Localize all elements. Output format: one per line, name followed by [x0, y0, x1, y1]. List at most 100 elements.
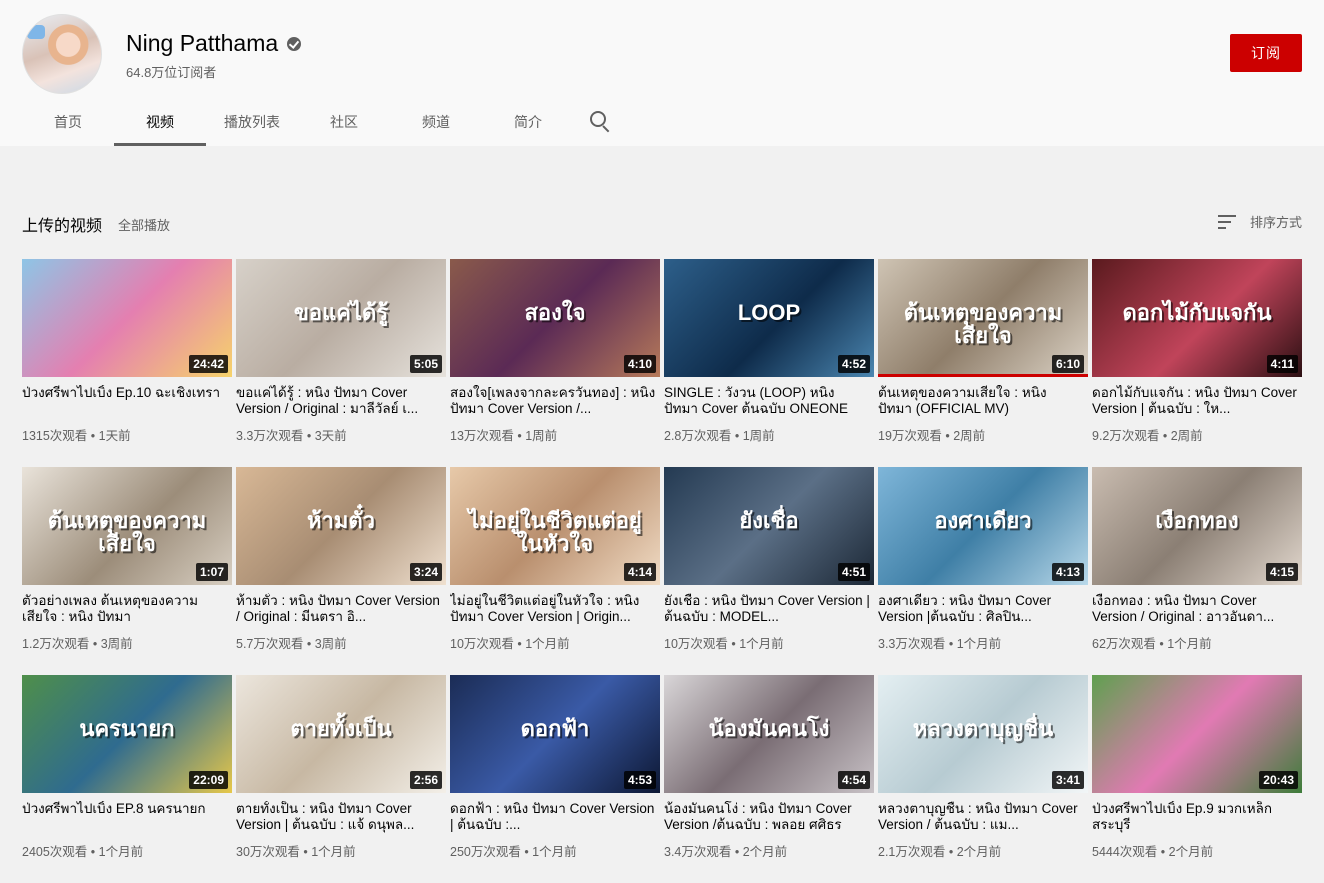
video-card[interactable]: 24:42 ป่วงศรีพาไปเบิ้ง Ep.10 ฉะเชิงเทรา 13…	[22, 259, 232, 467]
video-thumbnail[interactable]: ต้นเหตุของความเสียใจ 1:07	[22, 467, 232, 585]
video-metadata: 9.2万次观看 • 2周前	[1092, 429, 1203, 443]
play-all-button[interactable]: 全部播放	[118, 215, 170, 234]
video-thumbnail[interactable]: องศาเดียว 4:13	[878, 467, 1088, 585]
video-thumbnail[interactable]: ดอกไม้กับแจกัน 4:11	[1092, 259, 1302, 377]
video-thumbnail[interactable]: 24:42	[22, 259, 232, 377]
video-title[interactable]: SINGLE : วังวน (LOOP) หนิง ปัทมา Cover ต…	[664, 385, 874, 417]
video-duration: 3:41	[1051, 771, 1084, 789]
tab-community[interactable]: 社区	[298, 98, 390, 146]
video-card[interactable]: ต้นเหตุของความเสียใจ 1:07 ตัวอย่างเพลง ต้น…	[22, 467, 232, 675]
video-duration: 1:07	[195, 563, 228, 581]
video-card[interactable]: นครนายก 22:09 ป่วงศรีพาไปเบิ้ง EP.8 นครนาย…	[22, 675, 232, 883]
video-title[interactable]: หลวงตาบุญชื่น : หนิง ปัทมา Cover Version…	[878, 801, 1088, 833]
search-icon[interactable]	[574, 98, 622, 146]
channel-avatar[interactable]	[22, 14, 102, 94]
subscriber-count: 64.8万位订阅者	[126, 65, 217, 80]
video-thumbnail[interactable]: ยังเชื่อ 4:51	[664, 467, 874, 585]
video-metadata: 5444次观看 • 2个月前	[1092, 845, 1214, 859]
video-card[interactable]: สองใจ 4:10 สองใจ[เพลงจากละครวันทอง] : หนิง…	[450, 259, 660, 467]
thumbnail-overlay-text: ดอกฟ้า	[520, 716, 590, 741]
channel-name-row: Ning Patthama	[126, 30, 302, 57]
video-card[interactable]: น้องมันคนโง่ 4:54 น้องมันคนโง่ : หนิง ปัทม…	[664, 675, 874, 883]
video-metadata: 2405次观看 • 1个月前	[22, 845, 144, 859]
video-title[interactable]: องศาเดียว : หนิง ปัทมา Cover Version |ต้…	[878, 593, 1088, 625]
video-duration: 5:05	[409, 355, 442, 373]
video-duration: 6:10	[1051, 355, 1084, 373]
video-title[interactable]: ไม่อยู่ในชีวิตแต่อยู่ในหัวใจ : หนิง ปัทม…	[450, 593, 660, 625]
video-card[interactable]: ต้นเหตุของความเสียใจ 6:10 ต้นเหตุของความเส…	[878, 259, 1088, 467]
video-duration: 3:24	[409, 563, 442, 581]
video-card[interactable]: ดอกไม้กับแจกัน 4:11 ดอกไม้กับแจกัน : หนิง …	[1092, 259, 1302, 467]
video-metadata: 2.1万次观看 • 2个月前	[878, 845, 1002, 859]
video-title[interactable]: ต้นเหตุของความเสียใจ : หนิง ปัทมา (OFFIC…	[878, 385, 1088, 417]
video-title[interactable]: น้องมันคนโง่ : หนิง ปัทมา Cover Version …	[664, 801, 874, 833]
video-metadata: 1.2万次观看 • 3周前	[22, 637, 133, 651]
thumbnail-overlay-text: ต้นเหตุของความเสียใจ	[903, 300, 1063, 349]
video-card[interactable]: ยังเชื่อ 4:51 ยังเชื่อ : หนิง ปัทมา Cover …	[664, 467, 874, 675]
video-duration: 4:53	[623, 771, 656, 789]
sort-label: 排序方式	[1250, 215, 1303, 230]
tab-home[interactable]: 首页	[22, 98, 114, 146]
video-card[interactable]: ไม่อยู่ในชีวิตแต่อยู่ในหัวใจ 4:14 ไม่อยู่ใ…	[450, 467, 660, 675]
sort-button[interactable]: 排序方式	[1218, 212, 1302, 231]
video-title[interactable]: ป่วงศรีพาไปเบิ้ง Ep.10 ฉะเชิงเทรา	[22, 385, 232, 417]
video-thumbnail[interactable]: สองใจ 4:10	[450, 259, 660, 377]
video-metadata: 2.8万次观看 • 1周前	[664, 429, 775, 443]
video-metadata: 19万次观看 • 2周前	[878, 429, 986, 443]
video-duration: 4:14	[623, 563, 656, 581]
tab-playlists[interactable]: 播放列表	[206, 98, 298, 146]
tab-about[interactable]: 简介	[482, 98, 574, 146]
video-card[interactable]: 20:43 ป่วงศรีพาไปเบิ้ง Ep.9 มวกเหล็ก สระบ…	[1092, 675, 1302, 883]
video-metadata: 3.3万次观看 • 3天前	[236, 429, 347, 443]
section-title: 上传的视频	[22, 218, 103, 235]
video-card[interactable]: หลวงตาบุญชื่น 3:41 หลวงตาบุญชื่น : หนิง ปั…	[878, 675, 1088, 883]
video-duration: 4:54	[837, 771, 870, 789]
video-title[interactable]: ป่วงศรีพาไปเบิ้ง EP.8 นครนายก	[22, 801, 232, 833]
video-title[interactable]: ห้ามตั๋ว : หนิง ปัทมา Cover Version / Or…	[236, 593, 446, 625]
video-thumbnail[interactable]: หลวงตาบุญชื่น 3:41	[878, 675, 1088, 793]
video-duration: 24:42	[189, 355, 228, 373]
tab-videos[interactable]: 视频	[114, 98, 206, 146]
video-title[interactable]: ตัวอย่างเพลง ต้นเหตุของความเสียใจ : หนิง…	[22, 593, 232, 625]
thumbnail-overlay-text: นครนายก	[79, 716, 175, 741]
video-duration: 22:09	[189, 771, 228, 789]
video-title[interactable]: ตายทั้งเป็น : หนิง ปัทมา Cover Version |…	[236, 801, 446, 833]
video-duration: 20:43	[1259, 771, 1298, 789]
video-thumbnail[interactable]: นครนายก 22:09	[22, 675, 232, 793]
video-thumbnail[interactable]: LOOP 4:52	[664, 259, 874, 377]
video-thumbnail[interactable]: ไม่อยู่ในชีวิตแต่อยู่ในหัวใจ 4:14	[450, 467, 660, 585]
video-card[interactable]: ตายทั้งเป็น 2:56 ตายทั้งเป็น : หนิง ปัทมา …	[236, 675, 446, 883]
video-thumbnail[interactable]: ขอแค่ได้รู้ 5:05	[236, 259, 446, 377]
video-thumbnail[interactable]: น้องมันคนโง่ 4:54	[664, 675, 874, 793]
video-metadata: 10万次观看 • 1个月前	[664, 637, 784, 651]
video-thumbnail[interactable]: ตายทั้งเป็น 2:56	[236, 675, 446, 793]
video-thumbnail[interactable]: ต้นเหตุของความเสียใจ 6:10	[878, 259, 1088, 377]
video-title[interactable]: สองใจ[เพลงจากละครวันทอง] : หนิง ปัทมา Co…	[450, 385, 660, 417]
sort-icon	[1218, 214, 1238, 230]
thumbnail-overlay-text: เงือกทอง	[1155, 508, 1239, 533]
video-title[interactable]: ขอแค่ได้รู้ : หนิง ปัทมา Cover Version /…	[236, 385, 446, 417]
video-title[interactable]: เงือกทอง : หนิง ปัทมา Cover Version / Or…	[1092, 593, 1302, 625]
video-thumbnail[interactable]: 20:43	[1092, 675, 1302, 793]
video-metadata: 3.4万次观看 • 2个月前	[664, 845, 788, 859]
video-card[interactable]: ห้ามตั๋ว 3:24 ห้ามตั๋ว : หนิง ปัทมา Cover …	[236, 467, 446, 675]
video-thumbnail[interactable]: เงือกทอง 4:15	[1092, 467, 1302, 585]
thumbnail-overlay-text: ต้นเหตุของความเสียใจ	[47, 508, 207, 557]
video-card[interactable]: ขอแค่ได้รู้ 5:05 ขอแค่ได้รู้ : หนิง ปัทมา …	[236, 259, 446, 467]
subscribe-button[interactable]: 订阅	[1230, 34, 1302, 72]
video-thumbnail[interactable]: ดอกฟ้า 4:53	[450, 675, 660, 793]
video-card[interactable]: ดอกฟ้า 4:53 ดอกฟ้า : หนิง ปัทมา Cover Vers…	[450, 675, 660, 883]
video-duration: 2:56	[409, 771, 442, 789]
video-title[interactable]: ดอกไม้กับแจกัน : หนิง ปัทมา Cover Versio…	[1092, 385, 1302, 417]
video-thumbnail[interactable]: ห้ามตั๋ว 3:24	[236, 467, 446, 585]
thumbnail-overlay-text: ยังเชื่อ	[739, 508, 799, 533]
video-title[interactable]: ป่วงศรีพาไปเบิ้ง Ep.9 มวกเหล็ก สระบุรี	[1092, 801, 1302, 833]
video-card[interactable]: องศาเดียว 4:13 องศาเดียว : หนิง ปัทมา Cove…	[878, 467, 1088, 675]
video-card[interactable]: LOOP 4:52 SINGLE : วังวน (LOOP) หนิง ปัทมา…	[664, 259, 874, 467]
video-title[interactable]: ดอกฟ้า : หนิง ปัทมา Cover Version | ต้นฉ…	[450, 801, 660, 833]
video-duration: 4:15	[1265, 563, 1298, 581]
tab-channels[interactable]: 频道	[390, 98, 482, 146]
video-title[interactable]: ยังเชื่อ : หนิง ปัทมา Cover Version | ต้…	[664, 593, 874, 625]
video-card[interactable]: เงือกทอง 4:15 เงือกทอง : หนิง ปัทมา Cover …	[1092, 467, 1302, 675]
thumbnail-overlay-text: ขอแค่ได้รู้	[293, 300, 389, 325]
